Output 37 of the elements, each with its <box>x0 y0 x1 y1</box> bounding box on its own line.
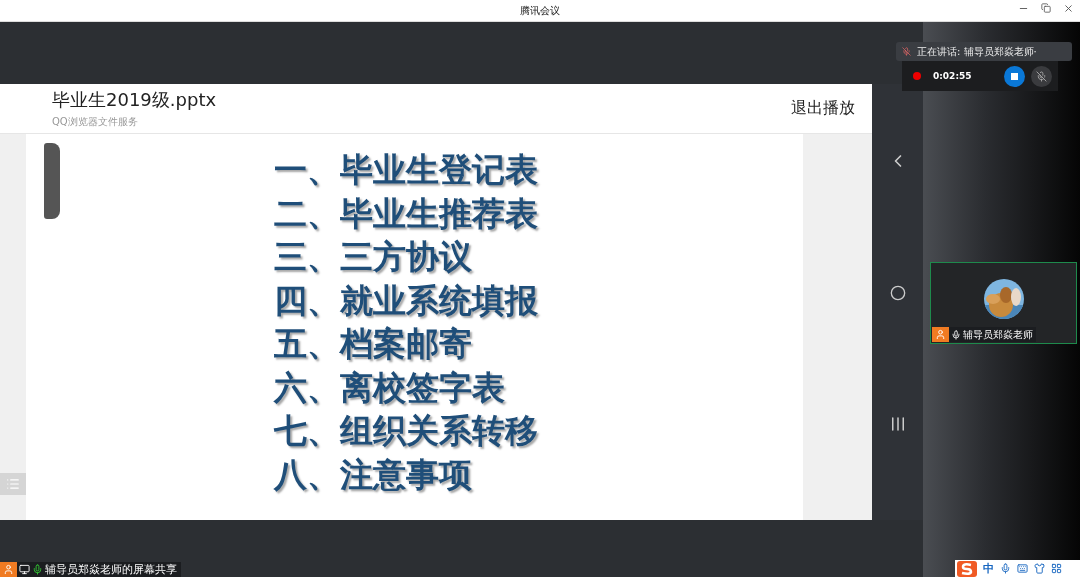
restore-icon[interactable] <box>1041 3 1051 13</box>
microphone-icon <box>32 564 43 575</box>
video-tile[interactable]: 辅导员郑焱老师 <box>930 262 1077 344</box>
participant-name: 辅导员郑焱老师 <box>963 327 1033 342</box>
toolbox-icon[interactable] <box>1051 563 1062 574</box>
exit-button[interactable]: 退出播放 <box>791 98 855 119</box>
stop-recording-button[interactable] <box>1004 65 1025 87</box>
recording-dot-icon <box>913 72 921 80</box>
voice-input-icon[interactable] <box>1000 563 1011 574</box>
slide-item: 六、离校签字表 <box>274 366 506 409</box>
slide-item: 三、三方协议 <box>274 236 473 278</box>
ime-logo-icon[interactable] <box>957 560 977 577</box>
speaking-text: 正在讲话: 辅导员郑焱老师· <box>917 44 1037 59</box>
mic-muted-icon <box>902 47 911 56</box>
slide-item: 一、毕业生登记表 <box>274 149 539 191</box>
user-icon <box>0 562 17 577</box>
document-title: 毕业生2019级.pptx <box>52 88 217 112</box>
screen-icon <box>19 564 30 575</box>
mic-muted-icon[interactable] <box>1036 70 1047 82</box>
slide-item: 八、注意事项 <box>274 453 473 496</box>
ime-mode[interactable]: 中 <box>983 561 994 576</box>
microphone-icon <box>951 329 961 340</box>
slide-item: 二、毕业生推荐表 <box>274 192 539 235</box>
slide-item: 五、档案邮寄 <box>274 323 473 365</box>
user-icon <box>932 327 949 342</box>
slide-item: 七、组织关系转移 <box>274 410 539 452</box>
recording-time: 0:02:55 <box>933 71 973 81</box>
skin-icon[interactable] <box>1034 563 1045 574</box>
keyboard-icon[interactable] <box>1017 563 1028 574</box>
share-label-text: 辅导员郑焱老师的屏幕共享 <box>45 562 177 577</box>
close-icon[interactable] <box>1063 3 1074 14</box>
document-source: QQ浏览器文件服务 <box>52 115 139 129</box>
side-handle[interactable] <box>44 143 60 219</box>
slide-item: 四、就业系统填报 <box>274 279 539 322</box>
microphone-button[interactable] <box>1031 65 1052 87</box>
window-title: 腾讯会议 <box>520 3 560 18</box>
home-icon[interactable] <box>889 285 906 301</box>
